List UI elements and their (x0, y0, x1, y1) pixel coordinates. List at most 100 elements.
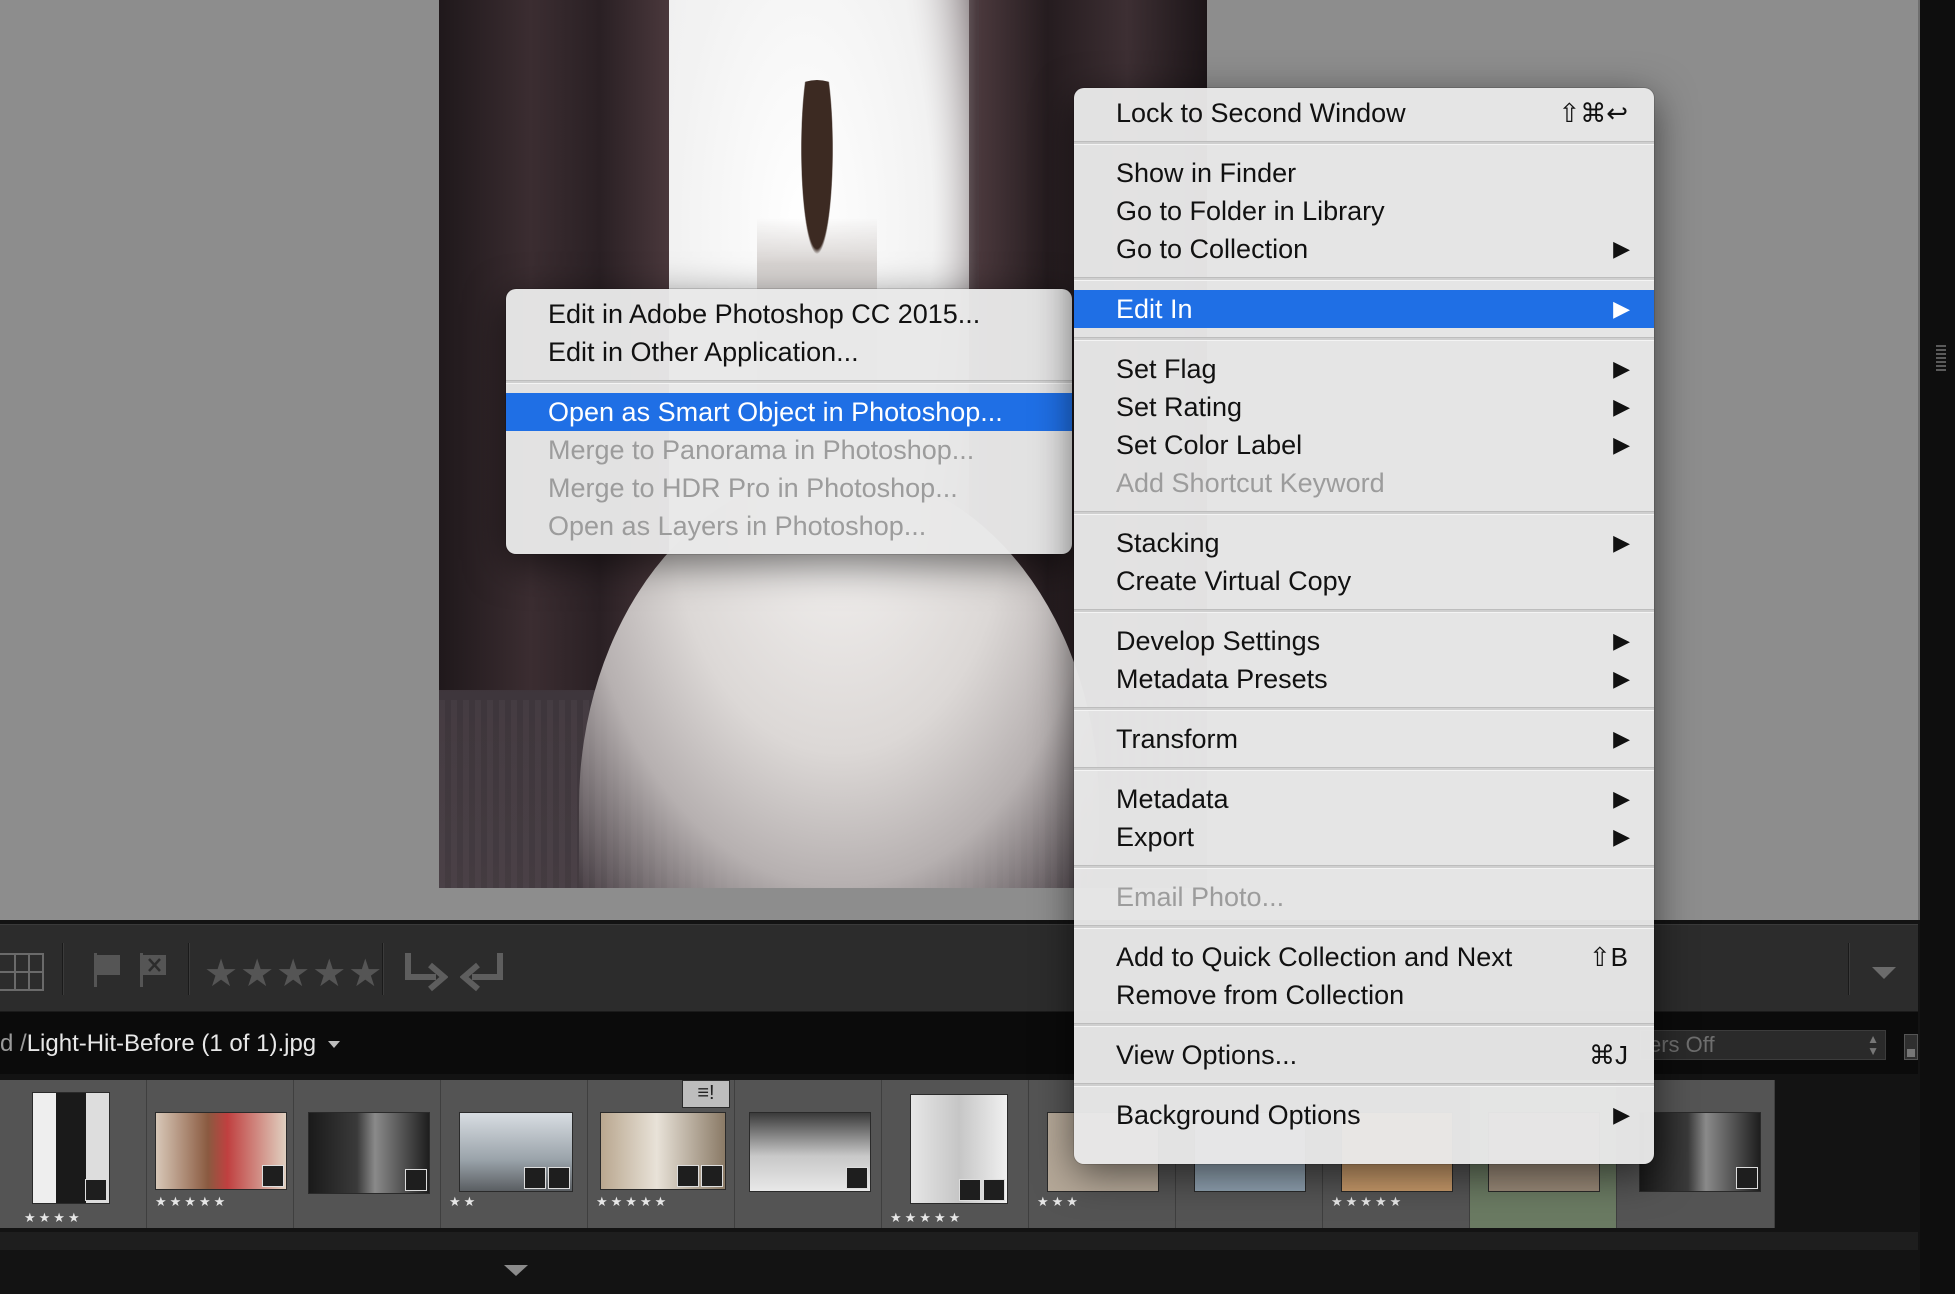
edited-badge-icon (1736, 1167, 1758, 1189)
star-rating-icon[interactable]: ★★★★★ (204, 951, 384, 996)
menu-item-label: Go to Folder in Library (1116, 196, 1385, 226)
menu-separator (1074, 707, 1654, 711)
menu-item-label: Transform (1116, 724, 1239, 754)
menu-item-label: Open as Smart Object in Photoshop... (548, 397, 1003, 427)
menu-item-go-to-folder[interactable]: Go to Folder in Library (1074, 192, 1654, 230)
thumbnail-image (749, 1112, 871, 1192)
right-panel-edge (1920, 0, 1955, 1294)
filmstrip-thumbnail[interactable]: ★★★★★ (882, 1080, 1029, 1228)
menu-item-transform[interactable]: Transform ▶ (1074, 720, 1654, 758)
collapse-panel-icon[interactable] (1872, 967, 1896, 979)
menu-item-view-options[interactable]: View Options... ⌘J (1074, 1036, 1654, 1074)
submenu-arrow-icon: ▶ (1613, 666, 1630, 691)
menu-item-metadata[interactable]: Metadata ▶ (1074, 780, 1654, 818)
menu-item-create-virtual-copy[interactable]: Create Virtual Copy (1074, 562, 1654, 600)
rotate-left-icon[interactable] (400, 949, 448, 995)
filmstrip-thumbnail[interactable]: ★★ (441, 1080, 588, 1228)
filmstrip-thumbnail[interactable]: ≡! ★★★★★ (588, 1080, 735, 1228)
menu-item-label: Add to Quick Collection and Next (1116, 942, 1513, 972)
menu-item-label: View Options... (1116, 1040, 1298, 1070)
stack-badge-icon (677, 1165, 699, 1187)
filter-lock-icon[interactable] (1904, 1034, 1918, 1060)
filmstrip-scrollbar[interactable] (0, 1232, 1918, 1250)
submenu-arrow-icon: ▶ (1613, 824, 1630, 849)
filter-select-value: ers Off (1649, 1032, 1715, 1057)
menu-item-label: Create Virtual Copy (1116, 566, 1352, 596)
menu-item-background-options[interactable]: Background Options ▶ (1074, 1096, 1654, 1134)
menu-item-label: Set Rating (1116, 392, 1243, 422)
thumbnail-image (910, 1094, 1008, 1204)
filmstrip-thumbnail[interactable] (735, 1080, 882, 1228)
keyboard-shortcut: ⇧B (1588, 942, 1628, 972)
submenu-arrow-icon: ▶ (1613, 236, 1630, 261)
edited-badge-icon (701, 1165, 723, 1187)
filter-select[interactable]: ers Off ▲ ▼ (1640, 1030, 1886, 1060)
menu-item-set-rating[interactable]: Set Rating ▶ (1074, 388, 1654, 426)
filmstrip-thumbnail[interactable]: ★★★★★ (147, 1080, 294, 1228)
menu-item-label: Develop Settings (1116, 626, 1321, 656)
source-path[interactable]: d /Light-Hit-Before (1 of 1).jpg (0, 1030, 341, 1058)
menu-separator (1074, 767, 1654, 771)
flag-pick-icon[interactable] (92, 949, 124, 991)
thumbnail-rating: ★★★ (1037, 1194, 1081, 1209)
submenu-arrow-icon: ▶ (1613, 356, 1630, 381)
filmstrip-thumbnail[interactable] (294, 1080, 441, 1228)
stack-badge-icon (524, 1167, 546, 1189)
menu-item-label: Merge to HDR Pro in Photoshop... (548, 473, 958, 503)
edit-in-submenu: Edit in Adobe Photoshop CC 2015... Edit … (506, 289, 1072, 554)
menu-item-add-quick-collection[interactable]: Add to Quick Collection and Next ⇧B (1074, 938, 1654, 976)
menu-item-lock-second-window[interactable]: Lock to Second Window ⇧⌘↩ (1074, 94, 1654, 132)
chevron-down-icon[interactable] (328, 1041, 341, 1049)
menu-separator (1074, 1083, 1654, 1087)
thumbnail-image (32, 1092, 110, 1204)
menu-item-go-to-collection[interactable]: Go to Collection ▶ (1074, 230, 1654, 268)
grid-view-icon[interactable] (0, 953, 44, 991)
edited-badge-icon (405, 1169, 427, 1191)
submenu-arrow-icon: ▶ (1613, 530, 1630, 555)
menu-separator (1074, 1023, 1654, 1027)
menu-item-label: Export (1116, 822, 1195, 852)
path-prefix: d / (0, 1030, 27, 1057)
menu-item-stacking[interactable]: Stacking ▶ (1074, 524, 1654, 562)
thumbnail-image (459, 1112, 573, 1192)
edited-badge-icon (85, 1179, 107, 1201)
filmstrip-thumbnail[interactable]: ★★★★ (0, 1080, 147, 1228)
menu-separator (1074, 337, 1654, 341)
menu-item-set-color-label[interactable]: Set Color Label ▶ (1074, 426, 1654, 464)
menu-item-label: Show in Finder (1116, 158, 1297, 188)
submenu-arrow-icon: ▶ (1613, 628, 1630, 653)
thumbnail-rating: ★★ (449, 1194, 479, 1209)
menu-item-merge-panorama: Merge to Panorama in Photoshop... (506, 431, 1072, 469)
panel-resize-grip-icon[interactable] (1936, 345, 1946, 371)
flag-reject-icon[interactable] (138, 949, 170, 991)
menu-item-label: Edit in Other Application... (548, 337, 859, 367)
menu-separator (1074, 511, 1654, 515)
menu-item-label: Email Photo... (1116, 882, 1285, 912)
rotate-right-icon[interactable] (460, 949, 508, 995)
menu-item-label: Edit In (1116, 294, 1193, 324)
thumbnail-image (1639, 1112, 1761, 1192)
menu-item-remove-from-collection[interactable]: Remove from Collection (1074, 976, 1654, 1014)
menu-separator (506, 380, 1072, 384)
menu-item-label: Set Color Label (1116, 430, 1303, 460)
menu-item-label: Background Options (1116, 1100, 1361, 1130)
menu-separator (1074, 865, 1654, 869)
menu-item-merge-hdr: Merge to HDR Pro in Photoshop... (506, 469, 1072, 507)
menu-item-label: Remove from Collection (1116, 980, 1405, 1010)
menu-item-show-in-finder[interactable]: Show in Finder (1074, 154, 1654, 192)
menu-item-metadata-presets[interactable]: Metadata Presets ▶ (1074, 660, 1654, 698)
submenu-arrow-icon: ▶ (1613, 726, 1630, 751)
menu-item-edit-in[interactable]: Edit In ▶ (1074, 290, 1654, 328)
expand-filmstrip-icon[interactable] (504, 1265, 528, 1276)
menu-item-edit-other-app[interactable]: Edit in Other Application... (506, 333, 1072, 371)
select-arrows-icon: ▲ ▼ (1867, 1032, 1879, 1058)
menu-item-set-flag[interactable]: Set Flag ▶ (1074, 350, 1654, 388)
menu-item-label: Lock to Second Window (1116, 98, 1406, 128)
toolbar-divider (1848, 943, 1849, 995)
submenu-arrow-icon: ▶ (1613, 786, 1630, 811)
menu-item-open-smart-object[interactable]: Open as Smart Object in Photoshop... (506, 393, 1072, 431)
crop-badge-icon (959, 1179, 981, 1201)
menu-item-export[interactable]: Export ▶ (1074, 818, 1654, 856)
menu-item-develop-settings[interactable]: Develop Settings ▶ (1074, 622, 1654, 660)
menu-item-edit-photoshop[interactable]: Edit in Adobe Photoshop CC 2015... (506, 295, 1072, 333)
